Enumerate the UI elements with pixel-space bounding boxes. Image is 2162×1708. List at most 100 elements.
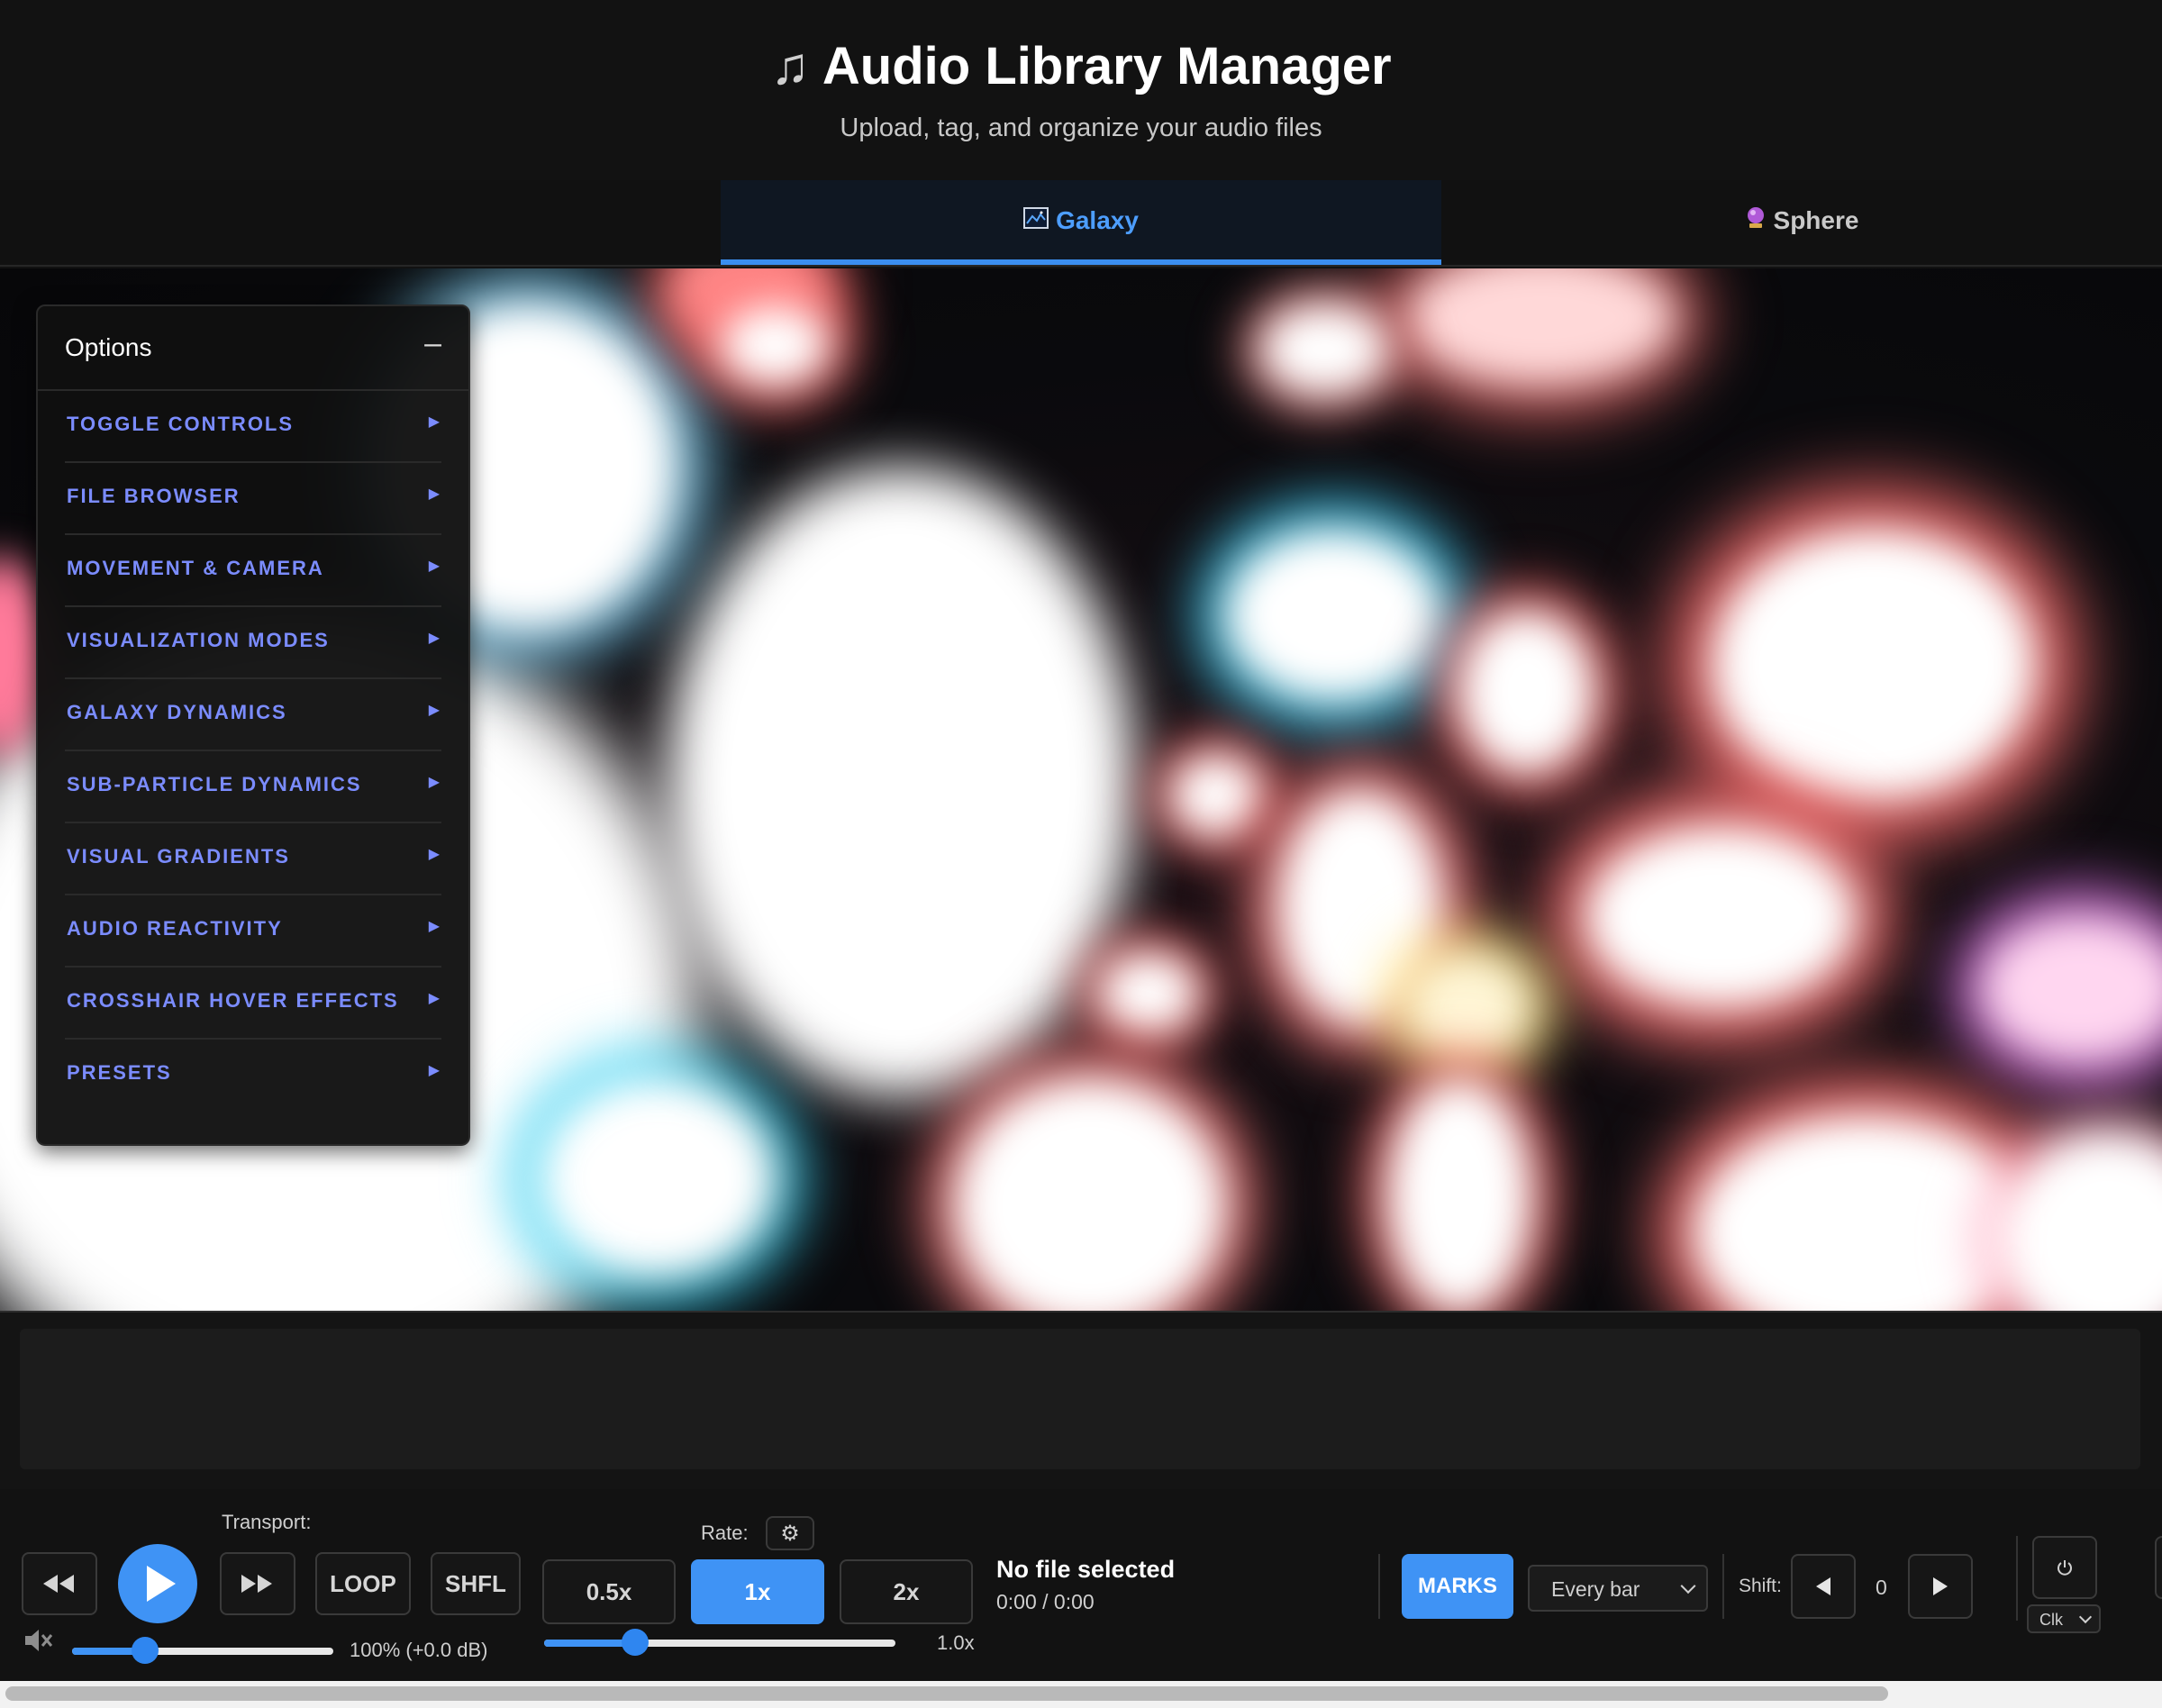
horizontal-scrollbar-thumb[interactable] <box>5 1686 1888 1701</box>
divider <box>1722 1554 1724 1619</box>
horizontal-scrollbar[interactable] <box>0 1681 2162 1708</box>
options-item-label: AUDIO REACTIVITY <box>67 917 283 940</box>
app-title-text: Audio Library Manager <box>822 37 1392 95</box>
particle-glow <box>721 304 829 386</box>
play-icon <box>147 1566 176 1602</box>
options-item-label: VISUAL GRADIENTS <box>67 845 290 868</box>
triangle-right-icon: ▶ <box>428 847 440 862</box>
view-tabs: Galaxy Sphere <box>0 180 2162 267</box>
particle-glow <box>667 467 1135 1097</box>
crystal-ball-icon <box>1745 180 1767 261</box>
particle-glow <box>1982 917 2162 1061</box>
collapse-icon[interactable]: – <box>424 326 441 361</box>
clock-select[interactable]: Clk <box>2027 1604 2101 1633</box>
volume-slider[interactable] <box>72 1637 333 1664</box>
chevron-down-icon <box>1680 1578 1696 1594</box>
divider <box>2016 1536 2018 1621</box>
tab-sphere-label: Sphere <box>1773 206 1859 234</box>
overflow-button[interactable] <box>2155 1536 2162 1599</box>
tab-sphere[interactable]: Sphere <box>1441 180 2162 265</box>
marks-interval-value: Every bar <box>1551 1577 1640 1601</box>
waveform-area <box>0 1311 2162 1491</box>
options-item[interactable]: PRESETS ▶ <box>65 1038 441 1110</box>
rate-settings-button[interactable]: ⚙ <box>766 1516 814 1550</box>
shift-right-button[interactable] <box>1908 1554 1973 1619</box>
options-item-label: FILE BROWSER <box>67 485 241 507</box>
particle-glow <box>1387 1079 1531 1311</box>
rate-slider-thumb[interactable] <box>622 1629 650 1656</box>
volume-readout: 100% (+0.0 dB) <box>350 1639 488 1661</box>
rewind-icon <box>43 1575 74 1593</box>
particle-glow <box>1261 304 1387 395</box>
rate-0.5x-button[interactable]: 0.5x <box>542 1559 676 1624</box>
triangle-right-icon: ▶ <box>428 631 440 646</box>
rate-2x-button[interactable]: 2x <box>840 1559 973 1624</box>
waveform-display[interactable] <box>20 1329 2140 1469</box>
shift-left-button[interactable] <box>1791 1554 1856 1619</box>
options-item[interactable]: FILE BROWSER ▶ <box>65 461 441 535</box>
rewind-button[interactable] <box>22 1552 97 1615</box>
rate-label: Rate: <box>701 1522 749 1544</box>
gear-icon: ⚙ <box>780 1522 800 1546</box>
fast-forward-button[interactable] <box>220 1552 295 1615</box>
options-item[interactable]: AUDIO REACTIVITY ▶ <box>65 894 441 968</box>
shift-label: Shift: <box>1739 1576 1782 1596</box>
power-icon <box>2058 1560 2072 1576</box>
triangle-right-icon: ▶ <box>428 486 440 502</box>
shuffle-button[interactable]: SHFL <box>431 1552 521 1615</box>
particle-glow <box>1712 530 2036 800</box>
options-item-label: PRESETS <box>67 1061 172 1084</box>
particle-glow <box>955 1079 1225 1311</box>
galaxy-visualization[interactable]: Options – TOGGLE CONTROLS ▶ FILE BROWSER ▶ M… <box>0 268 2162 1311</box>
particle-glow <box>1099 953 1198 1034</box>
triangle-right-icon <box>1933 1577 1948 1595</box>
options-header[interactable]: Options – <box>38 306 468 391</box>
volume-slider-thumb[interactable] <box>132 1637 159 1664</box>
triangle-right-icon: ▶ <box>428 414 440 430</box>
power-button[interactable] <box>2032 1536 2097 1599</box>
options-item[interactable]: TOGGLE CONTROLS ▶ <box>65 389 441 463</box>
particle-glow <box>1459 611 1594 773</box>
file-name: No file selected <box>996 1556 1176 1583</box>
particle-glow <box>540 1079 775 1277</box>
options-item[interactable]: SUB-PARTICLE DYNAMICS ▶ <box>65 750 441 823</box>
loop-button[interactable]: LOOP <box>315 1552 411 1615</box>
shift-value: 0 <box>1876 1576 1887 1599</box>
options-item-label: GALAXY DYNAMICS <box>67 701 287 723</box>
divider <box>1378 1554 1380 1619</box>
rate-1x-button[interactable]: 1x <box>691 1559 824 1624</box>
options-item-label: TOGGLE CONTROLS <box>67 413 295 435</box>
triangle-right-icon: ▶ <box>428 1063 440 1078</box>
options-item[interactable]: VISUALIZATION MODES ▶ <box>65 605 441 679</box>
marks-interval-select[interactable]: Every bar <box>1528 1565 1708 1612</box>
triangle-right-icon: ▶ <box>428 703 440 718</box>
speaker-muted-icon[interactable] <box>23 1628 53 1658</box>
marks-button[interactable]: MARKS <box>1402 1554 1513 1619</box>
particle-glow <box>1405 953 1531 1061</box>
tab-galaxy-label: Galaxy <box>1056 206 1139 234</box>
galaxy-icon <box>1023 180 1049 261</box>
triangle-left-icon <box>1816 1577 1830 1595</box>
options-title: Options <box>65 333 152 361</box>
play-button[interactable] <box>118 1544 197 1623</box>
music-note-icon: ♫ <box>770 37 810 95</box>
chevron-down-icon <box>2078 1610 2093 1624</box>
options-item-label: SUB-PARTICLE DYNAMICS <box>67 773 362 795</box>
particle-glow <box>2000 1133 2162 1311</box>
triangle-right-icon: ▶ <box>428 775 440 790</box>
options-item[interactable]: MOVEMENT & CAMERA ▶ <box>65 533 441 607</box>
file-time: 0:00 / 0:00 <box>996 1590 1095 1613</box>
clock-select-value: Clk <box>2039 1611 2063 1629</box>
rate-slider[interactable] <box>544 1629 895 1656</box>
player-controls: Transport: LOOP SHFL 100% (+0.0 dB) Rate… <box>0 1489 2162 1680</box>
options-item[interactable]: GALAXY DYNAMICS ▶ <box>65 677 441 751</box>
tab-galaxy[interactable]: Galaxy <box>721 180 1441 265</box>
options-item-label: MOVEMENT & CAMERA <box>67 557 324 579</box>
particle-glow <box>1171 755 1261 836</box>
particle-glow <box>1405 268 1676 386</box>
options-item[interactable]: VISUAL GRADIENTS ▶ <box>65 822 441 895</box>
particle-glow <box>1694 1115 2036 1311</box>
triangle-right-icon: ▶ <box>428 559 440 574</box>
options-item[interactable]: CROSSHAIR HOVER EFFECTS ▶ <box>65 966 441 1040</box>
rate-readout: 1.0x <box>937 1631 975 1654</box>
